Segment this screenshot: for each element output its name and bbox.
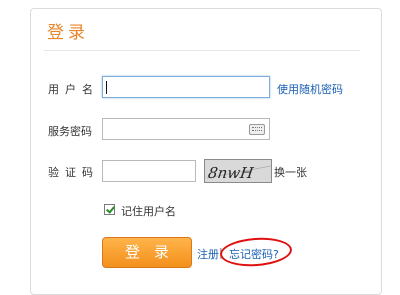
text-caret	[106, 81, 107, 94]
login-button[interactable]: 登录	[102, 237, 192, 268]
random-password-link[interactable]: 使用随机密码	[277, 81, 343, 97]
captcha-graphic: 8nwH	[205, 160, 271, 182]
captcha-label: 验证码	[48, 166, 99, 179]
username-label: 用户名	[48, 83, 99, 96]
password-label: 服务密码	[48, 125, 92, 138]
remember-checkbox[interactable]	[104, 204, 115, 215]
keyboard-icon[interactable]	[249, 124, 265, 135]
captcha-input[interactable]	[102, 160, 196, 182]
password-input[interactable]	[102, 118, 270, 140]
title-divider	[44, 50, 360, 51]
remember-label[interactable]: 记住用户名	[121, 203, 176, 219]
captcha-image: 8nwH	[204, 159, 272, 183]
username-input[interactable]	[102, 76, 270, 98]
register-link[interactable]: 注册	[197, 246, 219, 262]
captcha-code: 8nwH	[207, 164, 255, 182]
page-title: 登录	[47, 23, 89, 43]
refresh-captcha-link[interactable]: 换一张	[274, 164, 307, 180]
